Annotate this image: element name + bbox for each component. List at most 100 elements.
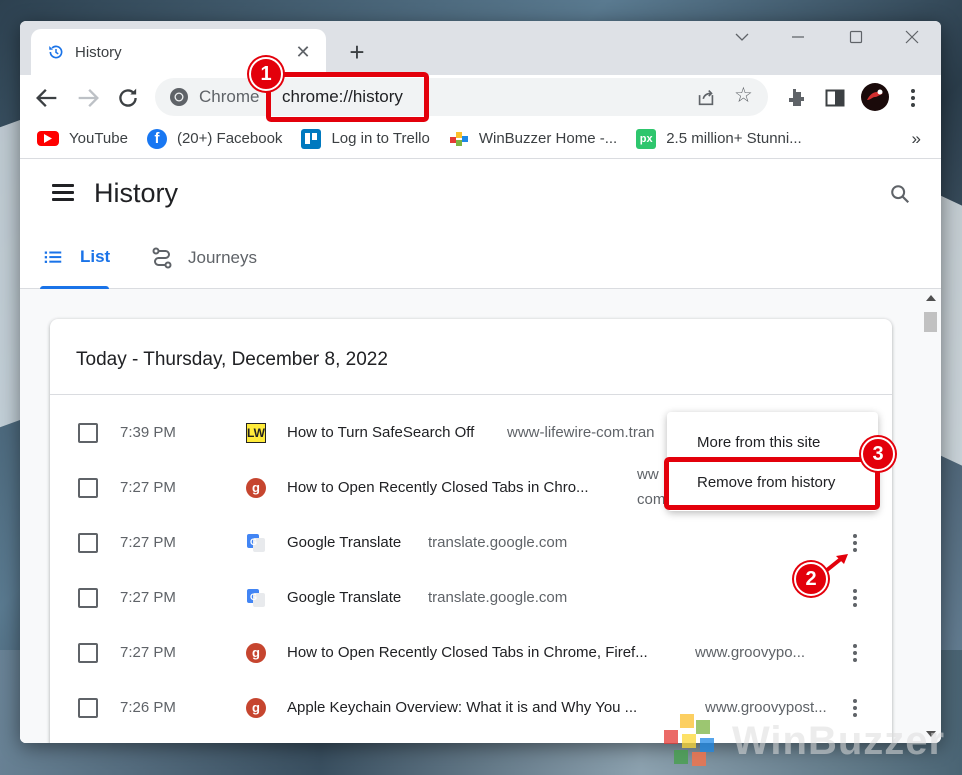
row-title[interactable]: How to Turn SafeSearch Off xyxy=(287,424,474,441)
chevron-down-icon[interactable] xyxy=(722,29,762,53)
reload-button[interactable] xyxy=(114,84,142,112)
trello-icon xyxy=(301,128,322,149)
step-badge-2: 2 xyxy=(794,562,828,596)
row-checkbox[interactable] xyxy=(78,477,98,498)
more-menu-icon[interactable] xyxy=(901,86,925,110)
bookmark-label: YouTube xyxy=(69,130,128,147)
scroll-up-arrow-icon[interactable] xyxy=(925,293,937,303)
toolbar: Chrome chrome://history ☆ xyxy=(20,75,941,119)
tab-journeys[interactable]: Journeys xyxy=(150,246,257,270)
date-heading: Today - Thursday, December 8, 2022 xyxy=(76,349,388,370)
tab-journeys-label: Journeys xyxy=(188,248,257,267)
journeys-icon xyxy=(152,247,172,269)
bookmark-star-icon[interactable]: ☆ xyxy=(734,85,756,107)
chrome-chip-label: Chrome xyxy=(199,87,260,106)
row-checkbox[interactable] xyxy=(78,642,98,663)
bookmark-label: Log in to Trello xyxy=(331,130,430,147)
row-time: 7:27 PM xyxy=(120,589,176,606)
facebook-icon: f xyxy=(146,128,167,149)
history-row[interactable]: 7:27 PM g How to Open Recently Closed Ta… xyxy=(50,625,892,680)
row-time: 7:27 PM xyxy=(120,479,176,496)
svg-text:G: G xyxy=(250,537,257,547)
hamburger-menu-icon[interactable] xyxy=(52,184,74,202)
tab-strip: History ✕ + xyxy=(20,21,941,75)
tab-list[interactable]: List xyxy=(42,246,110,268)
bookmark-label: 2.5 million+ Stunni... xyxy=(666,130,802,147)
maximize-button[interactable] xyxy=(836,29,876,53)
step-badge-1: 1 xyxy=(249,57,283,91)
avatar[interactable] xyxy=(860,82,890,112)
list-icon xyxy=(44,251,62,263)
groovypost-icon: g xyxy=(246,697,266,718)
row-title[interactable]: How to Open Recently Closed Tabs in Chro… xyxy=(287,644,648,661)
chrome-logo-icon xyxy=(170,88,188,106)
history-header: History xyxy=(20,159,941,229)
row-checkbox[interactable] xyxy=(78,422,98,443)
history-card: Today - Thursday, December 8, 2022 7:39 … xyxy=(50,319,892,743)
search-icon[interactable] xyxy=(889,183,911,205)
close-tab-icon[interactable]: ✕ xyxy=(292,41,314,63)
menu-item-more-from-site[interactable]: More from this site xyxy=(697,434,820,451)
row-time: 7:27 PM xyxy=(120,534,176,551)
row-checkbox[interactable] xyxy=(78,532,98,553)
history-row[interactable]: 7:27 PM G Google Translate translate.goo… xyxy=(50,570,892,625)
row-checkbox[interactable] xyxy=(78,587,98,608)
minimize-button[interactable] xyxy=(778,29,818,53)
tab-list-label: List xyxy=(80,247,111,266)
groovypost-icon: g xyxy=(246,642,266,663)
pixabay-icon: px xyxy=(636,128,657,149)
extensions-puzzle-icon[interactable] xyxy=(784,86,808,110)
remove-highlight-box xyxy=(664,457,880,510)
row-domain: translate.google.com xyxy=(428,589,568,606)
back-button[interactable] xyxy=(33,84,61,112)
row-title[interactable]: Google Translate xyxy=(287,589,401,606)
google-translate-icon: G xyxy=(246,588,266,608)
history-icon xyxy=(49,45,63,59)
row-domain: translate.google.com xyxy=(428,534,568,551)
bookmark-label: WinBuzzer Home -... xyxy=(478,130,618,147)
row-domain: ww xyxy=(637,466,659,483)
row-more-actions-icon[interactable] xyxy=(845,586,865,610)
row-time: 7:39 PM xyxy=(120,424,176,441)
history-tabs: List Journeys xyxy=(20,229,941,289)
bookmark-trello[interactable]: Log in to Trello xyxy=(301,128,430,149)
step-badge-3: 3 xyxy=(861,437,895,471)
bookmark-facebook[interactable]: f (20+) Facebook xyxy=(146,128,283,149)
row-time: 7:27 PM xyxy=(120,644,176,661)
address-bar[interactable]: Chrome chrome://history ☆ xyxy=(155,78,768,116)
forward-arrow-icon xyxy=(78,89,99,107)
bookmark-winbuzzer[interactable]: WinBuzzer Home -... xyxy=(449,129,617,149)
reload-icon xyxy=(119,88,137,107)
row-more-actions-icon[interactable] xyxy=(845,531,865,555)
forward-button[interactable] xyxy=(74,84,102,112)
history-content: Today - Thursday, December 8, 2022 7:39 … xyxy=(20,289,941,743)
history-row[interactable]: 7:27 PM G Google Translate translate.goo… xyxy=(50,515,892,570)
watermark-text: WinBuzzer xyxy=(732,718,946,763)
bookmark-pixabay[interactable]: px 2.5 million+ Stunni... xyxy=(636,128,802,149)
winbuzzer-logo-icon xyxy=(664,714,714,766)
bookmarks-overflow-button[interactable]: » xyxy=(912,129,921,149)
chrome-chip[interactable]: Chrome xyxy=(169,87,259,107)
new-tab-button[interactable]: + xyxy=(343,39,371,67)
google-translate-icon: G xyxy=(246,533,266,553)
row-more-actions-icon[interactable] xyxy=(845,641,865,665)
scrollbar-thumb[interactable] xyxy=(924,312,937,332)
row-checkbox[interactable] xyxy=(78,697,98,718)
youtube-icon xyxy=(37,131,59,146)
page-title: History xyxy=(94,178,179,208)
winbuzzer-watermark: WinBuzzer xyxy=(660,712,945,770)
side-panel-icon[interactable] xyxy=(823,86,847,110)
row-title[interactable]: Apple Keychain Overview: What it is and … xyxy=(287,699,637,716)
row-domain: www.groovypo... xyxy=(695,644,806,661)
svg-text:G: G xyxy=(250,592,257,602)
row-title[interactable]: Google Translate xyxy=(287,534,401,551)
url-highlight-box xyxy=(266,72,429,122)
browser-window: History ✕ + Chrome chrome://history ☆ Yo… xyxy=(20,21,941,743)
row-title[interactable]: How to Open Recently Closed Tabs in Chro… xyxy=(287,479,589,496)
row-domain: www-lifewire-com.tran xyxy=(507,424,655,441)
row-time: 7:26 PM xyxy=(120,699,176,716)
bookmark-label: (20+) Facebook xyxy=(176,130,283,147)
share-icon[interactable] xyxy=(695,86,717,108)
bookmark-youtube[interactable]: YouTube xyxy=(37,130,128,147)
close-window-button[interactable] xyxy=(892,29,932,53)
